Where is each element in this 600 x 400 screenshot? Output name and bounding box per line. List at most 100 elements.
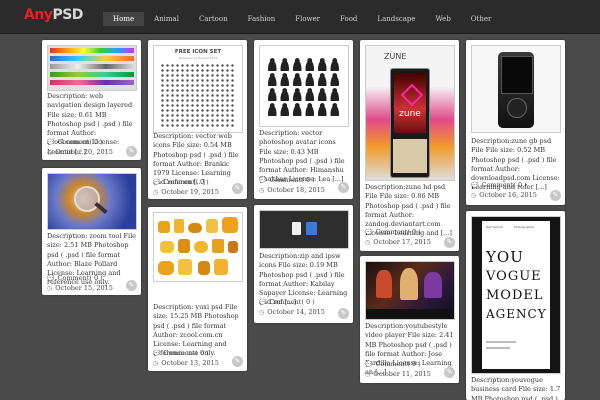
site-logo[interactable]: AnyPSD <box>24 7 83 23</box>
pencil-icon[interactable]: ✎ <box>444 237 455 248</box>
comment-count[interactable]: 💬 Comment( 0 ) <box>365 360 431 370</box>
clock-icon: ◷ <box>47 148 53 156</box>
nav-food[interactable]: Food <box>330 12 367 26</box>
thumb-brand-screen: zune <box>399 109 421 119</box>
post-meta: 💬 Comment( 0 ) ◷ October 18, 2015 <box>259 176 325 195</box>
post-thumbnail[interactable] <box>47 173 137 230</box>
post-date: ◷ October 11, 2015 <box>365 370 431 380</box>
post-card[interactable]: ZUNE zune Description:zune hd psd File F… <box>360 40 459 251</box>
nav-landscape[interactable]: Landscape <box>367 12 425 26</box>
comment-label: Comment( 0 ) <box>481 181 527 189</box>
icon-grid-graphic <box>160 63 236 127</box>
pencil-icon[interactable]: ✎ <box>550 190 561 201</box>
pencil-icon[interactable]: ✎ <box>232 356 243 367</box>
date-label: October 15, 2015 <box>55 283 113 292</box>
comment-label: Comment( 0 ) <box>163 178 209 186</box>
thumb-card-top-right: Photographer <box>514 225 535 229</box>
clock-icon: ◷ <box>365 370 371 378</box>
post-thumbnail[interactable]: FREE ICON SET Designed by Brankic1979 <box>153 45 243 133</box>
pencil-icon[interactable]: ✎ <box>338 182 349 193</box>
thumb-subtitle: Designed by Brankic1979 <box>178 56 218 60</box>
post-card[interactable]: Description: zoom tool File size: 2.51 M… <box>42 168 141 295</box>
nav-animal[interactable]: Animal <box>144 12 189 26</box>
comment-icon: 💬 <box>365 361 373 368</box>
post-date: ◷ October 13, 2015 <box>153 359 219 369</box>
comment-label: Comment( 0 ) <box>269 298 315 306</box>
nav-cartoon[interactable]: Cartoon <box>189 12 238 26</box>
comment-label: Comment( 0 ) <box>163 349 209 357</box>
zune-device-graphic: zune <box>390 68 430 178</box>
nav-other[interactable]: Other <box>461 12 502 26</box>
post-card[interactable]: Description: vector photoshop avatar ico… <box>254 40 353 199</box>
post-thumbnail[interactable] <box>259 210 349 249</box>
clock-icon: ◷ <box>259 308 265 316</box>
date-label: October 18, 2015 <box>267 185 325 194</box>
date-label: October 16, 2015 <box>479 190 537 199</box>
comment-count[interactable]: 💬 Comment( 0 ) <box>153 349 219 359</box>
pencil-icon[interactable]: ✎ <box>126 280 137 291</box>
comment-icon: 💬 <box>47 139 55 146</box>
date-label: October 20, 2015 <box>55 147 113 156</box>
post-thumbnail[interactable] <box>365 261 455 320</box>
comment-count[interactable]: 💬 Comment( 0 ) <box>365 228 431 238</box>
thumb-brand-small: ZUNE <box>384 52 407 61</box>
post-date: ◷ October 16, 2015 <box>471 191 537 201</box>
thumb-card-line-2: VOGUE <box>486 269 542 284</box>
comment-label: Comment( 0 ) <box>57 138 103 146</box>
post-date: ◷ October 17, 2015 <box>365 238 431 248</box>
thumb-title: FREE ICON SET <box>174 49 222 55</box>
post-date: ◷ October 14, 2015 <box>259 308 325 318</box>
post-thumbnail[interactable] <box>47 45 137 91</box>
clock-icon: ◷ <box>153 359 159 367</box>
comment-icon: 💬 <box>365 229 373 236</box>
post-meta: 💬 Comment( 0 ) ◷ October 14, 2015 <box>259 298 325 317</box>
post-meta: 💬 Comment( 0 ) ◷ October 11, 2015 <box>365 360 431 379</box>
post-meta: 💬 Comment( 0 ) ◷ October 16, 2015 <box>471 181 537 200</box>
comment-count[interactable]: 💬 Comment( 0 ) <box>47 138 113 148</box>
pencil-icon[interactable]: ✎ <box>444 367 455 378</box>
post-date: ◷ October 20, 2015 <box>47 148 113 158</box>
pencil-icon[interactable]: ✎ <box>232 183 243 194</box>
comment-count[interactable]: 💬 Comment( 0 ) <box>47 274 113 284</box>
date-label: October 13, 2015 <box>161 358 219 367</box>
nav-web[interactable]: Web <box>426 12 461 26</box>
thumb-card-line-3: MODEL <box>486 288 544 303</box>
clock-icon: ◷ <box>365 238 371 246</box>
post-meta: 💬 Comment( 0 ) ◷ October 20, 2015 <box>47 138 113 157</box>
top-navigation-bar: AnyPSD Home Animal Cartoon Fashion Flowe… <box>0 0 600 34</box>
nav-fashion[interactable]: Fashion <box>238 12 286 26</box>
clock-icon: ◷ <box>259 186 265 194</box>
clock-icon: ◷ <box>153 188 159 196</box>
post-meta: 💬 Comment( 0 ) ◷ October 19, 2015 <box>153 178 219 197</box>
post-thumbnail[interactable] <box>153 212 243 282</box>
post-date: ◷ October 15, 2015 <box>47 284 113 294</box>
post-date: ◷ October 19, 2015 <box>153 188 219 198</box>
post-card[interactable]: Description: web navigation design layer… <box>42 40 141 160</box>
pencil-icon[interactable]: ✎ <box>126 146 137 157</box>
post-card[interactable]: Description:zune gb psd File File size: … <box>466 40 565 205</box>
nav-flower[interactable]: Flower <box>285 12 330 26</box>
pencil-icon[interactable]: ✎ <box>338 308 349 319</box>
post-card[interactable]: Description: yuxi psd File size: 15.25 M… <box>148 207 247 371</box>
post-card[interactable]: Description:youtubestyle video player Fi… <box>360 256 459 383</box>
post-thumbnail[interactable] <box>259 45 349 127</box>
comment-count[interactable]: 💬 Comment( 0 ) <box>259 176 325 186</box>
post-thumbnail[interactable] <box>471 45 561 133</box>
post-thumbnail[interactable]: Get Overall Photographer YOU VOGUE MODEL… <box>471 216 561 374</box>
nav-home[interactable]: Home <box>103 12 145 26</box>
comment-count[interactable]: 💬 Comment( 0 ) <box>471 181 537 191</box>
date-label: October 19, 2015 <box>161 187 219 196</box>
comment-count[interactable]: 💬 Comment( 0 ) <box>259 298 325 308</box>
post-card[interactable]: Get Overall Photographer YOU VOGUE MODEL… <box>466 211 565 400</box>
zune-device-graphic <box>498 52 534 128</box>
main-menu: Home Animal Cartoon Fashion Flower Food … <box>103 12 501 26</box>
post-card[interactable]: Description:zip and ipsw icons File size… <box>254 205 353 323</box>
logo-any: Any <box>24 7 53 23</box>
date-label: October 14, 2015 <box>267 307 325 316</box>
post-thumbnail[interactable]: ZUNE zune <box>365 45 455 181</box>
comment-icon: 💬 <box>259 177 267 184</box>
comment-count[interactable]: 💬 Comment( 0 ) <box>153 178 219 188</box>
comment-icon: 💬 <box>259 299 267 306</box>
post-card[interactable]: FREE ICON SET Designed by Brankic1979 De… <box>148 40 247 199</box>
thumb-card-line-4: AGENCY <box>486 307 547 321</box>
